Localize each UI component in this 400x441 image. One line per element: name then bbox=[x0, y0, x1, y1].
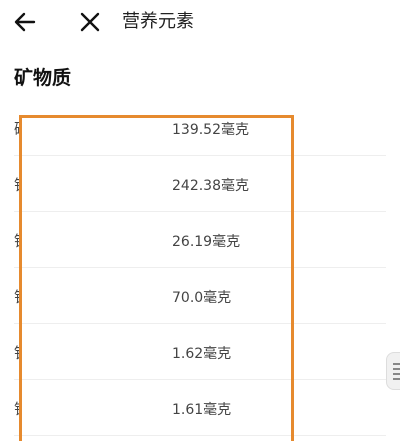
mineral-row[interactable]: 磷 139.52毫克 bbox=[0, 100, 400, 156]
row-divider bbox=[14, 435, 386, 436]
mineral-row[interactable]: 铁 1.62毫克 bbox=[0, 324, 400, 380]
grip-icon bbox=[393, 363, 400, 380]
mineral-name: 镁 bbox=[14, 232, 22, 250]
mineral-row[interactable]: 锌 1.61毫克 bbox=[0, 380, 400, 436]
top-bar: 营养元素 bbox=[0, 0, 400, 44]
nutrition-elements-page: 营养元素 矿物质 磷 139.52毫克 钾 242.38毫克 镁 26.19毫克… bbox=[0, 0, 400, 441]
back-button[interactable] bbox=[12, 9, 40, 35]
mineral-value: 139.52毫克 bbox=[172, 122, 249, 138]
mineral-name: 钙 bbox=[14, 288, 22, 306]
mineral-name: 磷 bbox=[14, 120, 22, 138]
mineral-value: 70.0毫克 bbox=[172, 290, 232, 306]
mineral-name: 锌 bbox=[14, 400, 22, 418]
mineral-value: 26.19毫克 bbox=[172, 234, 241, 250]
mineral-value: 242.38毫克 bbox=[172, 178, 249, 194]
mineral-row[interactable]: 镁 26.19毫克 bbox=[0, 212, 400, 268]
mineral-value: 1.62毫克 bbox=[172, 346, 232, 362]
mineral-name: 铁 bbox=[14, 344, 22, 362]
page-title: 营养元素 bbox=[122, 11, 194, 32]
arrow-left-icon bbox=[14, 12, 36, 32]
side-handle[interactable] bbox=[386, 352, 400, 390]
mineral-name: 钾 bbox=[14, 176, 22, 194]
section-title: 矿物质 bbox=[14, 67, 72, 89]
close-button[interactable] bbox=[78, 9, 102, 35]
mineral-row[interactable]: 钙 70.0毫克 bbox=[0, 268, 400, 324]
mineral-row[interactable]: 钾 242.38毫克 bbox=[0, 156, 400, 212]
mineral-value: 1.61毫克 bbox=[172, 402, 232, 418]
close-icon bbox=[80, 12, 100, 32]
